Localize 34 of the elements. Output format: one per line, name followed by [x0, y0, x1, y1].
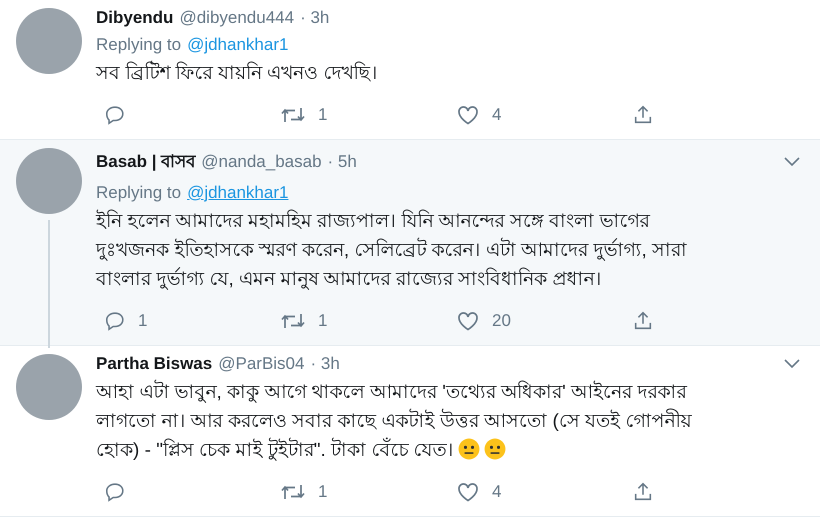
user-handle[interactable]: @ParBis04	[218, 354, 304, 374]
share-icon[interactable]	[632, 481, 654, 503]
share-icon[interactable]	[632, 104, 654, 126]
retweet-count: 1	[318, 482, 328, 502]
tweet-text: ইনি হলেন আমাদের মহামহিম রাজ্যপাল। যিনি আনন্দের সঙ্গে বাংলা ভাগের দুঃখজনক ইতিহাসকে স্মরণ করেন, সেলিব্রেট করেন। এটা আমাদের দুর্ভাগ্য, সারা বাংলার দুর্ভাগ্য যে, এমন মানুষ আমাদের রাজ্যের সাংবিধানিক প্রধান।	[96, 208, 688, 292]
tweet-text: আহা এটা ভাবুন, কাকু আগে থাকলে আমাদের 'তথ্যের অধিকার' আইনের দরকার লাগতো না। আর করলেও সবার কাছে একটাই উত্তর আসতো (সে যতই গোপনীয় হোক) - "প্লিস চেক মাই টুইটার". টাকা বেঁচে যেত।	[96, 378, 721, 465]
retweet-count: 1	[318, 105, 328, 125]
reply-icon[interactable]	[104, 104, 126, 126]
reply-icon[interactable]	[104, 481, 126, 503]
chevron-icon[interactable]	[784, 359, 800, 369]
replying-label: Replying to	[96, 35, 182, 55]
display-name[interactable]: Basab | বাসব	[96, 148, 196, 176]
heart-icon[interactable]	[456, 480, 480, 504]
user-handle[interactable]: @nanda_basab	[201, 152, 322, 172]
heart-icon[interactable]	[456, 309, 480, 333]
display-name[interactable]: Dibyendu	[96, 8, 174, 28]
display-name[interactable]: Partha Biswas	[96, 354, 212, 374]
like-count: 4	[492, 482, 502, 502]
retweet-count: 1	[318, 311, 328, 331]
reply-count: 1	[138, 311, 148, 331]
user-handle[interactable]: @dibyendu444	[179, 8, 294, 28]
reply-icon[interactable]	[104, 310, 126, 332]
heart-icon[interactable]	[456, 103, 480, 127]
like-count: 20	[492, 311, 511, 331]
tweet-text: সব ব্রিটিশ ফিরে যায়নি এখনও দেখছি।	[96, 59, 721, 88]
replying-label: Replying to	[96, 183, 182, 203]
chevron-icon[interactable]	[784, 157, 800, 167]
tweet-time[interactable]: · 3h	[310, 354, 340, 374]
mention-link[interactable]: @jdhankhar1	[187, 183, 288, 203]
tweet-time[interactable]: · 3h	[300, 8, 330, 28]
like-count: 4	[492, 105, 502, 125]
share-icon[interactable]	[632, 310, 654, 332]
tweet-time[interactable]: · 5h	[328, 152, 357, 172]
mention-link[interactable]: @jdhankhar1	[187, 35, 288, 55]
